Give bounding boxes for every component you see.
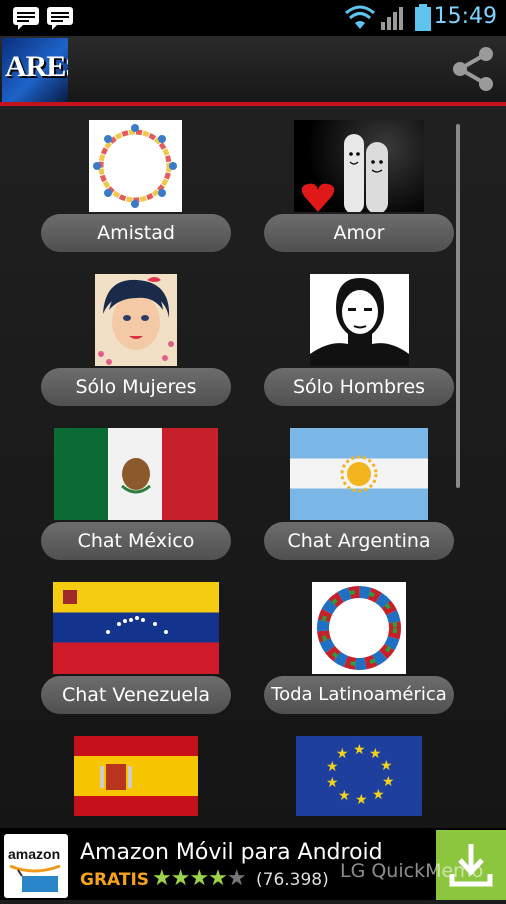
spain-flag-image[interactable] bbox=[74, 736, 198, 816]
app-logo[interactable]: ARES bbox=[2, 38, 68, 102]
scrollbar[interactable] bbox=[456, 124, 460, 488]
category-button-chat-argentina[interactable]: Chat Argentina bbox=[264, 522, 454, 560]
venezuela-flag-image[interactable] bbox=[53, 582, 219, 674]
mexico-emblem-image bbox=[121, 458, 151, 494]
battery-icon bbox=[415, 4, 431, 31]
sun-of-may-icon bbox=[340, 455, 378, 493]
svg-text:★: ★ bbox=[336, 746, 349, 762]
category-button-chat-mexico[interactable]: Chat México bbox=[41, 522, 231, 560]
category-button-chat-venezuela[interactable]: Chat Venezuela bbox=[41, 676, 231, 714]
amistad-image[interactable] bbox=[89, 120, 182, 212]
signal-icon bbox=[381, 7, 403, 30]
ad-title[interactable]: Amazon Móvil para Android bbox=[80, 840, 383, 865]
man-portrait-image bbox=[310, 278, 409, 366]
pop-art-woman-image bbox=[98, 277, 174, 365]
svg-text:★: ★ bbox=[380, 758, 393, 774]
svg-text:★: ★ bbox=[326, 775, 339, 791]
argentina-flag-image[interactable] bbox=[290, 428, 428, 520]
category-button-amistad[interactable]: Amistad bbox=[41, 214, 231, 252]
flags-ring-image bbox=[317, 586, 401, 670]
category-button-solo-hombres[interactable]: Sólo Hombres bbox=[264, 368, 454, 406]
ad-rating-count: (76.398) bbox=[256, 870, 329, 890]
eu-stars-icon: ★ ★★★ ★★★★ ★★ bbox=[326, 742, 395, 808]
svg-text:★: ★ bbox=[338, 788, 351, 804]
mexico-flag-image[interactable] bbox=[54, 428, 218, 520]
message-notification-icon bbox=[13, 7, 39, 30]
ad-price: GRATIS bbox=[80, 870, 150, 890]
wifi-icon bbox=[345, 5, 375, 29]
latinoamerica-image[interactable] bbox=[312, 582, 406, 674]
eu-flag-image[interactable]: ★ ★ ★ ★ ★ ★ ★ ★ ★ ★ bbox=[296, 736, 422, 816]
amor-image[interactable] bbox=[294, 120, 424, 212]
quickmemo-watermark: LG QuickMemo bbox=[340, 860, 484, 882]
friendship-circle-image bbox=[93, 124, 177, 208]
solo-hombres-image[interactable] bbox=[310, 274, 409, 366]
svg-text:★: ★ bbox=[372, 787, 385, 803]
message-notification-icon bbox=[47, 7, 73, 30]
category-button-solo-mujeres[interactable]: Sólo Mujeres bbox=[41, 368, 231, 406]
status-bar: 15:49 bbox=[0, 0, 506, 36]
venezuela-stars-image bbox=[63, 590, 168, 634]
app-logo-text: ARES bbox=[5, 50, 68, 83]
category-button-toda-latinoamerica[interactable]: Toda Latinoamérica bbox=[264, 676, 454, 714]
solo-mujeres-image[interactable] bbox=[95, 274, 177, 366]
svg-text:★: ★ bbox=[355, 792, 368, 808]
status-clock: 15:49 bbox=[433, 4, 497, 29]
svg-text:★: ★ bbox=[353, 742, 366, 758]
app-bar bbox=[0, 36, 506, 102]
category-button-amor[interactable]: Amor bbox=[264, 214, 454, 252]
share-icon[interactable] bbox=[448, 44, 498, 94]
spain-coat-of-arms-image bbox=[100, 764, 132, 790]
ad-rating-stars: ★★★★★ bbox=[152, 866, 247, 891]
amazon-cart-icon bbox=[9, 864, 61, 892]
amazon-app-icon[interactable]: amazon bbox=[4, 834, 68, 898]
fingers-heart-image bbox=[301, 134, 388, 212]
